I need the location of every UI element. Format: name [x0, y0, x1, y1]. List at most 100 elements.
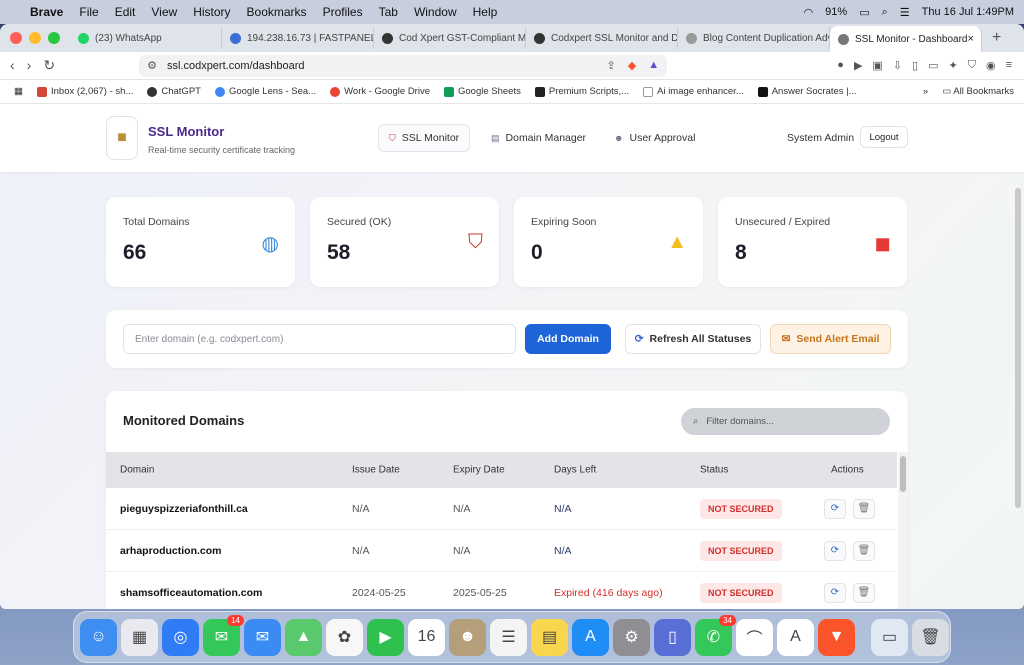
dock-iphone-mirroring-icon[interactable]: ▯: [654, 618, 691, 656]
column-header[interactable]: Issue Date: [352, 465, 400, 476]
dock-reminders-icon[interactable]: ☰: [490, 618, 527, 656]
dock-finder-icon[interactable]: ☺: [80, 618, 117, 656]
dock-trash-icon[interactable]: 🗑: [912, 618, 949, 656]
sidebar-icon[interactable]: ▯: [912, 59, 918, 72]
share-icon[interactable]: ⇪: [607, 59, 616, 72]
menubar-clock[interactable]: Thu 16 Jul 1:49PM: [922, 6, 1014, 18]
battery-percent[interactable]: 91%: [825, 6, 847, 18]
refresh-row-icon[interactable]: ⟳: [824, 582, 846, 603]
bookmark-gmail[interactable]: Inbox (2,067) - sh...: [36, 86, 133, 97]
brave-shields-icon[interactable]: ◆: [628, 59, 636, 72]
extension-icon[interactable]: ●: [837, 59, 844, 72]
dock-nordvpn-icon[interactable]: ⌒: [736, 618, 773, 656]
nav-user-approval[interactable]: ☻ User Approval: [604, 124, 705, 152]
menu-edit[interactable]: Edit: [115, 5, 136, 19]
tab-ssl-dashboard[interactable]: SSL Monitor - Dashboard ×: [830, 26, 982, 52]
menu-help[interactable]: Help: [473, 5, 498, 19]
close-tab-icon[interactable]: ×: [967, 33, 973, 45]
app-brand[interactable]: SSL Monitor: [148, 124, 224, 139]
menu-icon[interactable]: ≡: [1006, 59, 1012, 72]
column-header[interactable]: Days Left: [554, 465, 596, 476]
refresh-statuses-button[interactable]: ⟳ Refresh All Statuses: [625, 324, 761, 354]
minimize-window-button[interactable]: [29, 32, 41, 44]
refresh-row-icon[interactable]: ⟳: [824, 540, 846, 561]
menu-window[interactable]: Window: [414, 5, 457, 19]
site-info-icon[interactable]: ⚙: [147, 59, 157, 72]
tab-blog-content[interactable]: Blog Content Duplication Adv: [678, 27, 830, 49]
forward-icon[interactable]: ›: [27, 57, 32, 74]
url-field[interactable]: ⚙ ssl.codxpert.com/dashboard ⇪ ◆ ▲: [139, 54, 668, 77]
bookmark-answer-socrates[interactable]: Answer Socrates |...: [757, 86, 857, 97]
delete-icon[interactable]: 🗑: [853, 540, 875, 561]
menu-file[interactable]: File: [79, 5, 98, 19]
bookmark-google-sheets[interactable]: Google Sheets: [444, 86, 521, 97]
tab-codxpert-gst[interactable]: Cod Xpert GST-Compliant M: [374, 27, 526, 49]
control-center-icon[interactable]: ☰: [900, 6, 910, 19]
scrollbar-thumb[interactable]: [1015, 188, 1021, 508]
dock-settings-icon[interactable]: ⚙: [613, 618, 650, 656]
menu-app-name[interactable]: Brave: [30, 5, 63, 19]
nav-domain-manager[interactable]: ▤ Domain Manager: [481, 124, 596, 152]
filter-domains-input[interactable]: ⌕ Filter domains...: [681, 408, 890, 435]
new-tab-button[interactable]: +: [992, 29, 1001, 47]
bookmark-ai-image[interactable]: Ai image enhancer...: [643, 86, 744, 97]
all-bookmarks-button[interactable]: ▭ All Bookmarks: [942, 86, 1014, 97]
send-alert-button[interactable]: ✉ Send Alert Email: [770, 324, 891, 354]
bookmark-chatgpt[interactable]: ChatGPT: [147, 86, 201, 97]
scrollbar-thumb[interactable]: [900, 456, 906, 492]
dock-safari-icon[interactable]: ◎: [162, 618, 199, 656]
delete-icon[interactable]: 🗑: [853, 582, 875, 603]
bookmark-google-lens[interactable]: Google Lens - Sea...: [214, 86, 316, 97]
battery-icon[interactable]: ▭: [859, 6, 869, 19]
dock-launchpad-icon[interactable]: ▦: [121, 618, 158, 656]
bookmark-premium-scripts[interactable]: Premium Scripts,...: [534, 86, 629, 97]
dock-arc-icon[interactable]: A: [777, 618, 814, 656]
column-header[interactable]: Expiry Date: [453, 465, 505, 476]
profile-icon[interactable]: ◉: [986, 59, 996, 72]
column-header[interactable]: Status: [700, 465, 728, 476]
dock-phone-icon[interactable]: ✆ 34: [695, 614, 736, 656]
tab-codxpert-ssl[interactable]: Codxpert SSL Monitor and De: [526, 27, 678, 49]
vpn-icon[interactable]: ⛉: [968, 59, 976, 72]
search-icon[interactable]: ⌕: [882, 6, 888, 19]
domain-input[interactable]: [123, 324, 516, 354]
close-window-button[interactable]: [10, 32, 22, 44]
table-scrollbar[interactable]: [898, 452, 908, 609]
add-domain-button[interactable]: Add Domain: [525, 324, 611, 354]
menu-view[interactable]: View: [151, 5, 177, 19]
reload-icon[interactable]: ↻: [43, 57, 55, 74]
dock-app-store-icon[interactable]: A: [572, 618, 609, 656]
tab-fastpanel[interactable]: 194.238.16.73 | FASTPANEL H: [222, 27, 374, 49]
page-scrollbar[interactable]: [1015, 184, 1022, 534]
dock-facetime-icon[interactable]: ▶: [367, 618, 404, 656]
dock-contacts-icon[interactable]: ☻: [449, 618, 486, 656]
dock-photos-icon[interactable]: ✿: [326, 618, 363, 656]
dock-brave-icon[interactable]: ▼: [818, 618, 855, 656]
tab-whatsapp[interactable]: (23) WhatsApp: [70, 27, 222, 49]
download-icon[interactable]: ⇩: [893, 59, 902, 72]
wifi-icon[interactable]: ◠: [804, 6, 814, 19]
leo-icon[interactable]: ✦: [949, 59, 958, 72]
menu-bookmarks[interactable]: Bookmarks: [247, 5, 307, 19]
dock-maps-icon[interactable]: ▲: [285, 618, 322, 656]
menu-profiles[interactable]: Profiles: [323, 5, 363, 19]
menu-tab[interactable]: Tab: [379, 5, 398, 19]
delete-icon[interactable]: 🗑: [853, 498, 875, 519]
more-bookmarks-icon[interactable]: »: [923, 86, 928, 97]
nav-ssl-monitor[interactable]: ⛉ SSL Monitor: [378, 124, 471, 152]
dock-downloads-icon[interactable]: ▭: [871, 618, 908, 656]
column-header[interactable]: Domain: [120, 465, 154, 476]
dock-calendar-icon[interactable]: 16: [408, 618, 445, 656]
dock-messages-icon[interactable]: ✉ 14: [203, 614, 244, 656]
refresh-row-icon[interactable]: ⟳: [824, 498, 846, 519]
wallet-icon[interactable]: ▭: [928, 59, 938, 72]
extension-icon[interactable]: ▶: [854, 59, 862, 72]
brave-rewards-icon[interactable]: ▲: [648, 59, 659, 72]
back-icon[interactable]: ‹: [10, 57, 15, 74]
zoom-window-button[interactable]: [48, 32, 60, 44]
dock-mail-icon[interactable]: ✉: [244, 618, 281, 656]
extension-icon[interactable]: ▣: [872, 59, 882, 72]
bookmark-google-drive[interactable]: Work - Google Drive: [330, 86, 430, 97]
apps-icon[interactable]: ▦: [14, 86, 23, 97]
menu-history[interactable]: History: [193, 5, 230, 19]
